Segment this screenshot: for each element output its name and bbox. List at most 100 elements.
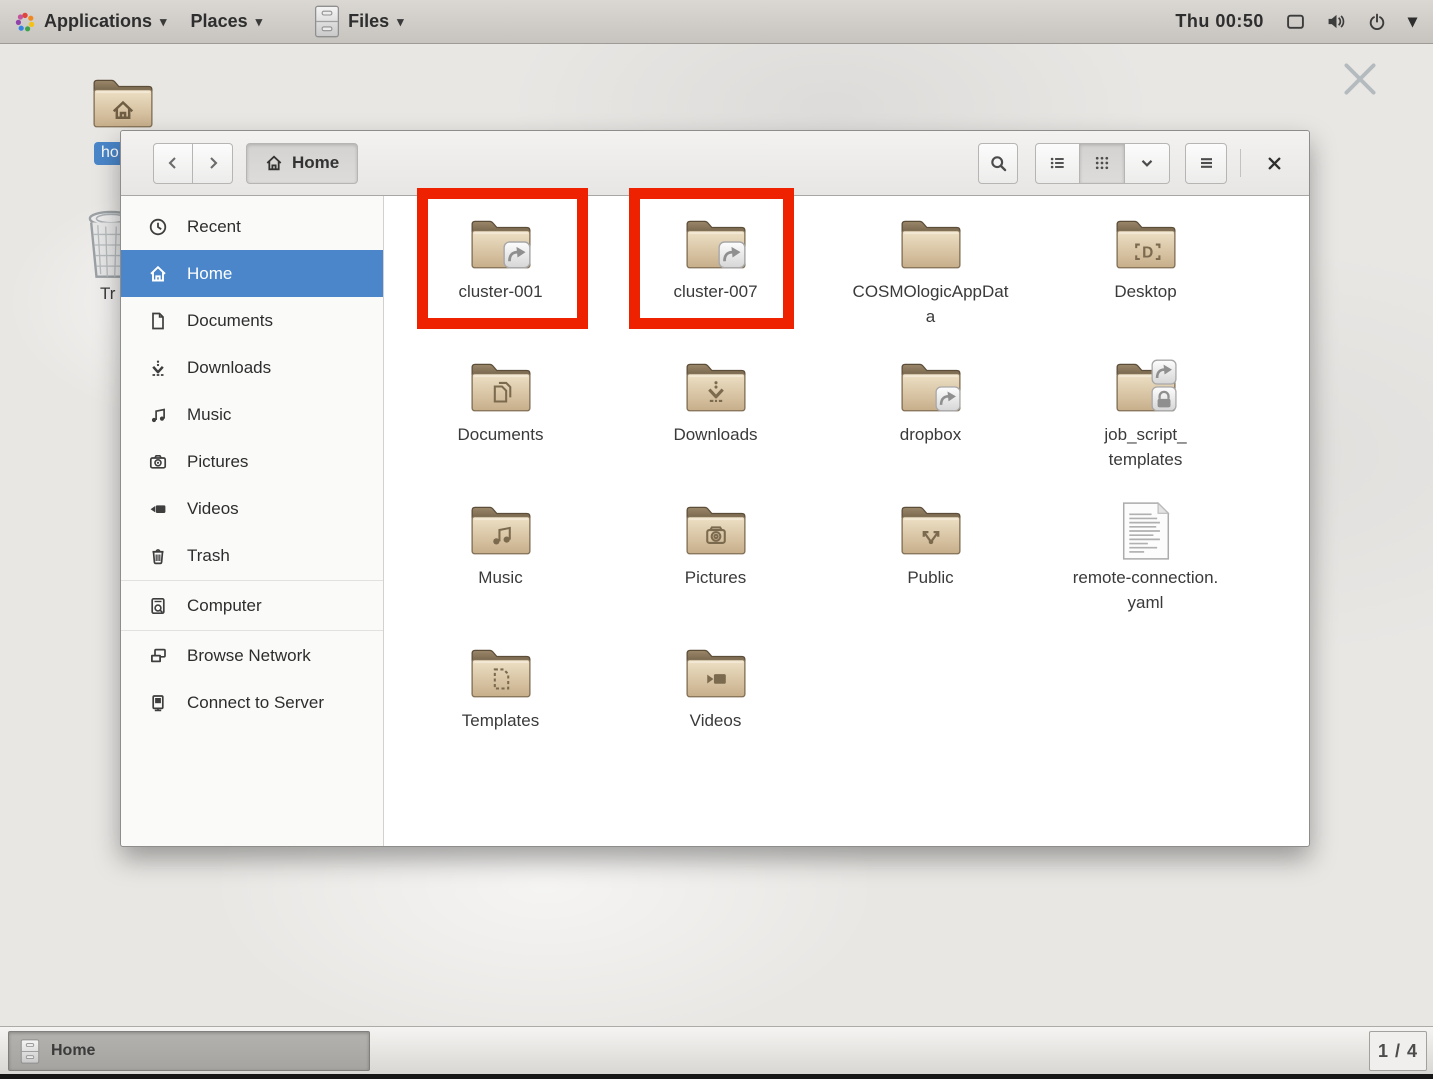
close-icon <box>1266 155 1283 172</box>
forward-button[interactable] <box>193 143 233 184</box>
screen-icon[interactable] <box>1286 13 1305 31</box>
file-remote-connection-yaml[interactable]: remote-connection.yaml <box>1038 490 1253 633</box>
sidebar-label: Documents <box>187 311 273 331</box>
sidebar-item-videos[interactable]: Videos <box>121 485 383 532</box>
desktop-screen: Applications ▾ Places ▾ Files ▾ Thu 00:5… <box>0 0 1433 1079</box>
chevron-down-icon <box>1139 155 1155 171</box>
file-cabinet-icon <box>20 1039 40 1064</box>
file-label: Downloads <box>673 423 757 448</box>
symlink-emblem-icon <box>1152 360 1176 384</box>
file-downloads[interactable]: Downloads <box>608 347 823 490</box>
search-button[interactable] <box>978 143 1018 184</box>
clock[interactable]: Thu 00:50 <box>1175 11 1264 32</box>
file-pictures[interactable]: Pictures <box>608 490 823 633</box>
file-templates[interactable]: Templates <box>393 633 608 776</box>
sidebar-label: Computer <box>187 596 262 616</box>
grid-view-icon <box>1094 155 1110 171</box>
desktop-home-folder-icon[interactable] <box>90 74 156 130</box>
file-label: Public <box>907 566 953 591</box>
sidebar-separator <box>121 580 383 581</box>
camera-icon <box>148 452 168 472</box>
list-view-button[interactable] <box>1035 143 1080 184</box>
folder-icon <box>898 215 964 271</box>
hamburger-menu-icon <box>1198 155 1215 171</box>
desktop-folder-icon: D <box>1113 215 1179 271</box>
bottom-taskbar: Home 1 / 4 <box>0 1026 1433 1074</box>
sidebar-item-pictures[interactable]: Pictures <box>121 438 383 485</box>
workspace-pager[interactable]: 1 / 4 <box>1369 1031 1427 1071</box>
folder-icon <box>1113 358 1179 414</box>
file-job-script-templates[interactable]: job_script_templates <box>1038 347 1253 490</box>
volume-icon[interactable] <box>1327 14 1346 29</box>
file-dropbox[interactable]: dropbox <box>823 347 1038 490</box>
symlink-emblem-icon <box>719 242 745 268</box>
sidebar-item-documents[interactable]: Documents <box>121 297 383 344</box>
places-menu[interactable]: Places ▾ <box>179 0 275 43</box>
location-label: Home <box>292 153 339 173</box>
file-public[interactable]: Public <box>823 490 1038 633</box>
symlink-emblem-icon <box>936 387 960 411</box>
applications-menu[interactable]: Applications ▾ <box>32 0 179 43</box>
music-notes-icon <box>148 405 168 425</box>
top-panel: Applications ▾ Places ▾ Files ▾ Thu 00:5… <box>0 0 1433 44</box>
file-documents[interactable]: Documents <box>393 347 608 490</box>
documents-folder-icon <box>468 358 534 414</box>
sidebar-item-connect-to-server[interactable]: Connect to Server <box>121 679 383 726</box>
symlink-emblem-icon <box>504 242 530 268</box>
file-cluster-007[interactable]: cluster-007 <box>608 204 823 347</box>
network-icon <box>148 646 168 666</box>
recent-clock-icon <box>148 217 168 237</box>
sidebar-item-computer[interactable]: Computer <box>121 582 383 629</box>
chevron-down-icon: ▾ <box>397 14 404 30</box>
taskbar-window-label: Home <box>51 1042 95 1060</box>
file-label: Music <box>478 566 522 591</box>
sidebar-item-trash[interactable]: Trash <box>121 532 383 579</box>
sidebar-item-home[interactable]: Home <box>121 250 383 297</box>
file-label: dropbox <box>900 423 961 448</box>
file-label: Pictures <box>685 566 746 591</box>
view-options-button[interactable] <box>1125 143 1170 184</box>
sidebar-label: Music <box>187 405 231 425</box>
file-cosmologicappdata[interactable]: COSMOlogicAppData <box>823 204 1038 347</box>
window-close-button[interactable] <box>1254 143 1294 184</box>
file-videos[interactable]: Videos <box>608 633 823 776</box>
file-music[interactable]: Music <box>393 490 608 633</box>
server-icon <box>148 693 168 713</box>
file-cabinet-icon <box>314 5 340 38</box>
chevron-down-icon: ▾ <box>256 14 263 30</box>
file-label: Templates <box>462 709 539 734</box>
file-label: a <box>853 305 1009 330</box>
sidebar-item-recent[interactable]: Recent <box>121 203 383 250</box>
grid-view-button[interactable] <box>1080 143 1125 184</box>
window-menu-button[interactable] <box>1185 143 1227 184</box>
file-label: Desktop <box>1114 280 1176 305</box>
hard-disk-icon <box>148 596 168 616</box>
files-app-menu[interactable]: Files ▾ <box>302 0 416 43</box>
videos-folder-icon <box>683 644 749 700</box>
file-desktop[interactable]: D Desktop <box>1038 204 1253 347</box>
folder-icon <box>898 358 964 414</box>
sidebar-label: Videos <box>187 499 239 519</box>
chevron-right-icon <box>205 155 221 171</box>
background-close-icon <box>1343 62 1377 96</box>
power-icon[interactable] <box>1368 13 1386 31</box>
file-label: COSMOlogicAppDat <box>853 280 1009 305</box>
home-folder-icon <box>90 74 156 130</box>
video-camera-icon <box>148 499 168 519</box>
files-app-menu-label: Files <box>348 11 389 32</box>
pictures-folder-icon <box>683 501 749 557</box>
sidebar-item-music[interactable]: Music <box>121 391 383 438</box>
folder-icon <box>468 215 534 271</box>
location-home-button[interactable]: Home <box>246 143 358 184</box>
svg-text:D: D <box>1142 244 1153 261</box>
back-button[interactable] <box>153 143 193 184</box>
sidebar-label: Trash <box>187 546 230 566</box>
sidebar-label: Recent <box>187 217 241 237</box>
sidebar-item-browse-network[interactable]: Browse Network <box>121 632 383 679</box>
taskbar-window-button[interactable]: Home <box>8 1031 370 1071</box>
file-label: cluster-001 <box>458 280 542 305</box>
chevron-down-icon[interactable]: ▾ <box>1408 11 1417 32</box>
file-cluster-001[interactable]: cluster-001 <box>393 204 608 347</box>
file-label: cluster-007 <box>673 280 757 305</box>
sidebar-item-downloads[interactable]: Downloads <box>121 344 383 391</box>
